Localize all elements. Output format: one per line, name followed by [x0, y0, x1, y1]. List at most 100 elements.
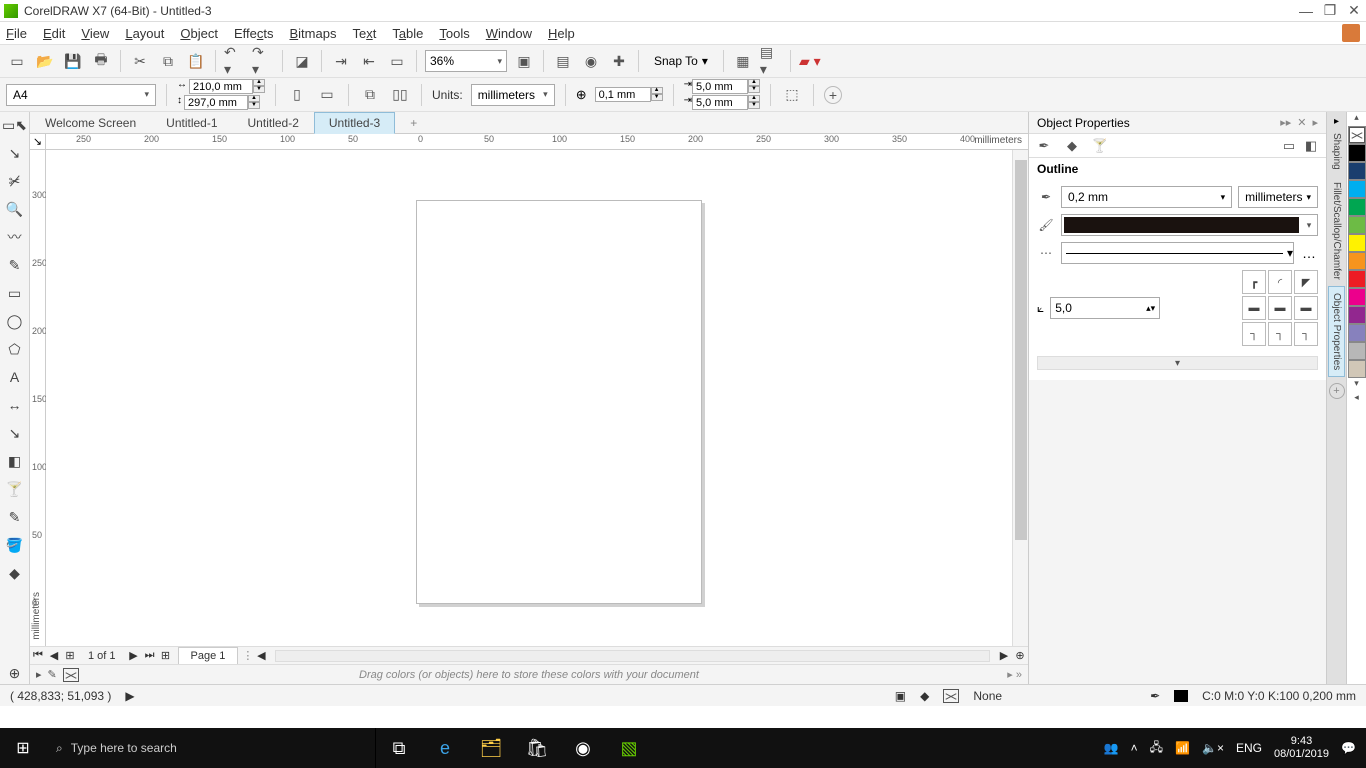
- taskbar-search[interactable]: ⌕ Type here to search: [46, 728, 376, 768]
- show-rulers-button[interactable]: ▤: [552, 50, 574, 72]
- menu-view[interactable]: View: [81, 26, 109, 41]
- outline-units-combo[interactable]: millimeters▾: [1238, 186, 1318, 208]
- language-indicator[interactable]: ENG: [1236, 741, 1262, 755]
- outline-color-combo[interactable]: ▾: [1061, 214, 1318, 236]
- fill-indicator-icon[interactable]: ◆: [920, 689, 929, 703]
- wifi-icon[interactable]: 📶: [1175, 741, 1190, 755]
- network-icon[interactable]: 🖧: [1150, 738, 1163, 759]
- zoom-tool[interactable]: 🔍: [4, 198, 26, 220]
- position-outside-button[interactable]: ┐: [1242, 322, 1266, 346]
- print-button[interactable]: 🖶: [90, 50, 112, 72]
- menu-file[interactable]: File: [6, 26, 27, 41]
- user-account-icon[interactable]: [1342, 24, 1360, 42]
- tab-untitled-1[interactable]: Untitled-1: [151, 112, 232, 134]
- page-size-preset[interactable]: A4▾: [6, 84, 156, 106]
- fill-tab-icon[interactable]: ◆: [1063, 137, 1081, 155]
- smart-fill-tool[interactable]: ◆: [4, 562, 26, 584]
- interactive-fill-tool[interactable]: 🪣: [4, 534, 26, 556]
- add-docker-button[interactable]: +: [1329, 383, 1345, 399]
- miter-limit-input[interactable]: 5,0▴▾: [1050, 297, 1160, 319]
- import-button[interactable]: ⇥: [330, 50, 352, 72]
- color-swatch[interactable]: [1348, 180, 1366, 198]
- close-button[interactable]: ✕: [1346, 4, 1362, 18]
- app-launcher-button[interactable]: ▤ ▾: [760, 50, 782, 72]
- open-button[interactable]: 📂: [34, 50, 56, 72]
- palette-scroll-up[interactable]: ▴: [1347, 112, 1366, 126]
- color-swatch[interactable]: [1348, 162, 1366, 180]
- color-swatch[interactable]: [1348, 252, 1366, 270]
- last-page-button[interactable]: ⏭: [142, 649, 158, 662]
- duplicate-y-input[interactable]: 5,0 mm: [692, 95, 748, 110]
- outline-style-combo[interactable]: ▾: [1061, 242, 1294, 264]
- portrait-button[interactable]: ▯: [286, 84, 308, 106]
- color-swatch[interactable]: [1348, 324, 1366, 342]
- drawing-canvas[interactable]: [46, 150, 1012, 646]
- welcome-button[interactable]: ▰ ▾: [799, 50, 821, 72]
- menu-text[interactable]: Text: [352, 26, 376, 41]
- action-center-icon[interactable]: 💬: [1341, 741, 1356, 755]
- text-tool[interactable]: A: [4, 366, 26, 388]
- fullscreen-preview-button[interactable]: ▣: [513, 50, 535, 72]
- menu-effects[interactable]: Effects: [234, 26, 274, 41]
- zoom-navigator-button[interactable]: ⊕: [1012, 649, 1028, 662]
- prev-page-button[interactable]: ◀: [46, 649, 62, 662]
- color-swatch[interactable]: [1348, 216, 1366, 234]
- cap-square-button[interactable]: ▬: [1242, 296, 1266, 320]
- page-height-input[interactable]: 297,0 mm: [184, 95, 248, 110]
- ellipse-tool[interactable]: ◯: [4, 310, 26, 332]
- redo-button[interactable]: ↷ ▾: [252, 50, 274, 72]
- options-button[interactable]: ▦: [732, 50, 754, 72]
- taskbar-clock[interactable]: 9:43 08/01/2019: [1274, 735, 1329, 761]
- tray-overflow-icon[interactable]: ˄: [1131, 741, 1138, 755]
- search-content-button[interactable]: ◪: [291, 50, 313, 72]
- color-swatch[interactable]: [1348, 234, 1366, 252]
- corner-bevel-button[interactable]: ◤: [1294, 270, 1318, 294]
- minimize-button[interactable]: —: [1298, 4, 1314, 18]
- cap-flat-button[interactable]: ▬: [1294, 296, 1318, 320]
- outline-tab-icon[interactable]: ✒: [1035, 137, 1053, 155]
- rectangle-tool[interactable]: ▭: [4, 282, 26, 304]
- taskbar-coreldraw[interactable]: ▧: [606, 728, 652, 768]
- undo-button[interactable]: ↶ ▾: [224, 50, 246, 72]
- no-color-icon[interactable]: [63, 668, 79, 682]
- menu-tools[interactable]: Tools: [439, 26, 469, 41]
- units-select[interactable]: millimeters▾: [471, 84, 555, 106]
- horizontal-scrollbar[interactable]: [275, 650, 990, 662]
- action-hint-icon[interactable]: ▶: [125, 689, 134, 703]
- menu-layout[interactable]: Layout: [125, 26, 164, 41]
- color-swatch[interactable]: [1348, 288, 1366, 306]
- all-pages-button[interactable]: ⧉: [359, 84, 381, 106]
- color-swatch[interactable]: [1348, 342, 1366, 360]
- taskbar-chrome[interactable]: ◉: [560, 728, 606, 768]
- zoom-level-select[interactable]: 36% ▾: [425, 50, 507, 72]
- vertical-scrollbar[interactable]: [1012, 150, 1028, 646]
- expand-section-button[interactable]: ▾: [1037, 356, 1318, 370]
- add-page-before-button[interactable]: ⊞: [62, 649, 78, 662]
- taskbar-store[interactable]: 🛍: [514, 728, 560, 768]
- no-color-swatch[interactable]: [1348, 126, 1366, 144]
- copy-button[interactable]: ⧉: [157, 50, 179, 72]
- color-swatch[interactable]: [1348, 306, 1366, 324]
- first-page-button[interactable]: ⏮: [30, 649, 46, 662]
- palette-flyout-button[interactable]: ◂: [1347, 392, 1366, 406]
- publish-pdf-button[interactable]: ▭: [386, 50, 408, 72]
- current-page-button[interactable]: ▯▯: [389, 84, 411, 106]
- nudge-distance-input[interactable]: 0,1 mm: [595, 87, 651, 102]
- shape-tool[interactable]: ↘: [4, 142, 26, 164]
- connector-tool[interactable]: ↘: [4, 422, 26, 444]
- transparency-tab-icon[interactable]: 🍸: [1091, 137, 1109, 155]
- position-inside-button[interactable]: ┐: [1294, 322, 1318, 346]
- menu-object[interactable]: Object: [180, 26, 218, 41]
- corner-round-button[interactable]: ◜: [1268, 270, 1292, 294]
- crop-tool[interactable]: ✂̸: [4, 170, 26, 192]
- menu-edit[interactable]: Edit: [43, 26, 65, 41]
- horizontal-ruler[interactable]: 250 200 150 100 50 0 50 100 150 200 250 …: [46, 134, 1028, 150]
- outline-pen-icon[interactable]: ✒: [1150, 689, 1160, 703]
- export-button[interactable]: ⇤: [358, 50, 380, 72]
- corner-miter-button[interactable]: ┏: [1242, 270, 1266, 294]
- cap-round-button[interactable]: ▬: [1268, 296, 1292, 320]
- tab-add-button[interactable]: +: [395, 112, 425, 134]
- cut-button[interactable]: ✂: [129, 50, 151, 72]
- maximize-button[interactable]: ❐: [1322, 4, 1338, 18]
- taskbar-edge[interactable]: e: [422, 728, 468, 768]
